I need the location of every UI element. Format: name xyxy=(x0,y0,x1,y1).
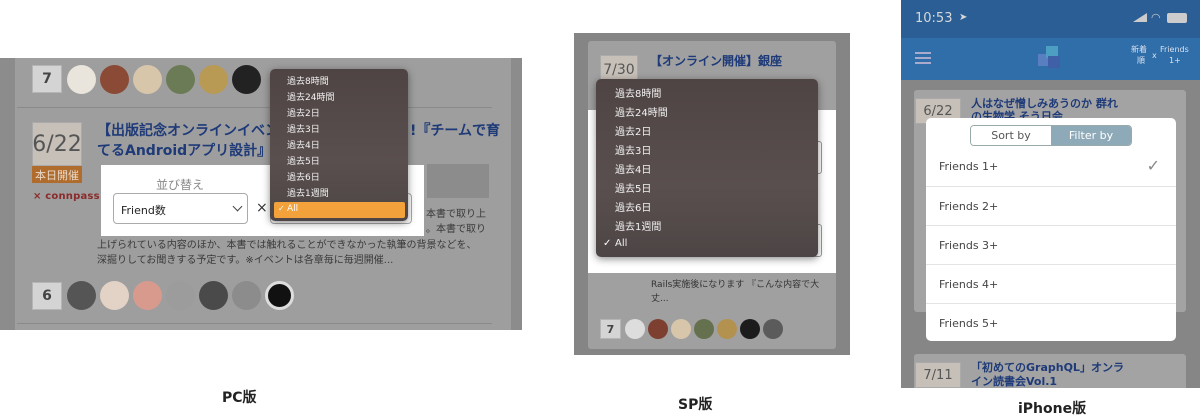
location-icon: ➤ xyxy=(959,12,968,23)
chevron-down-icon xyxy=(232,201,243,212)
check-icon: ✓ xyxy=(278,204,285,213)
signal-icon xyxy=(1133,13,1147,22)
filter-option-friends-1[interactable]: Friends 1+ ✓ xyxy=(926,147,1176,186)
menu-item-label: All xyxy=(287,204,299,214)
clock: 10:53 xyxy=(915,11,953,26)
sort-filter-segmented-control: Sort by Filter by xyxy=(970,125,1132,146)
iphone-caption: iPhone版 xyxy=(1018,401,1087,417)
menu-item[interactable]: 過去5日 xyxy=(287,154,320,167)
wifi-icon: ◠ xyxy=(1151,11,1161,24)
friend-count-badge: 7 xyxy=(600,319,621,339)
avatar[interactable] xyxy=(648,319,668,339)
menu-item[interactable]: 過去1週間 xyxy=(287,186,329,199)
sort-indicator-line1: 新着 xyxy=(1131,45,1147,54)
avatar[interactable] xyxy=(694,319,714,339)
menu-item[interactable]: 過去24時間 xyxy=(615,104,668,119)
avatar[interactable] xyxy=(763,319,783,339)
menu-item[interactable]: 過去3日 xyxy=(287,122,320,135)
event-date: 7/11 xyxy=(915,362,961,388)
filter-option-friends-4[interactable]: Friends 4+ xyxy=(926,264,1176,303)
app-header: 新着 順 x Friends 1+ xyxy=(901,38,1200,80)
status-bar: 10:53 ➤ ◠ xyxy=(901,0,1200,38)
sp-screenshot: 7/30 【オンライン開催】銀座 過去8時間 過去24時間 過去2日 過去3日 … xyxy=(574,33,850,355)
menu-item[interactable]: 過去4日 xyxy=(615,161,651,176)
menu-item[interactable]: 過去6日 xyxy=(287,170,320,183)
menu-item[interactable]: 過去2日 xyxy=(287,106,320,119)
tab-filter-by[interactable]: Filter by xyxy=(1051,126,1131,145)
filter-option-friends-3[interactable]: Friends 3+ xyxy=(926,225,1176,264)
event-title-line2[interactable]: イン読書会Vol.1 xyxy=(971,372,1057,388)
filter-sheet: Sort by Filter by Friends 1+ ✓ Friends 2… xyxy=(926,118,1176,341)
iphone-screenshot: 10:53 ➤ ◠ 新着 順 x Friends 1+ 6/22 人はなぜ憎しみ… xyxy=(901,0,1200,388)
menu-item[interactable]: 過去6日 xyxy=(615,199,651,214)
avatar[interactable] xyxy=(625,319,645,339)
filter-option-friends-2[interactable]: Friends 2+ xyxy=(926,186,1176,225)
filter-option-label: Friends 4+ xyxy=(939,278,999,291)
event-title[interactable]: 【オンライン開催】銀座 xyxy=(650,51,782,71)
filter-option-label: Friends 5+ xyxy=(939,317,999,330)
menu-item[interactable]: 過去3日 xyxy=(615,142,651,157)
pc-caption: PC版 xyxy=(222,390,257,406)
times-separator: × xyxy=(256,200,268,216)
event-description-line1: Rails実施後になります 『こんな内容で大 xyxy=(651,280,820,290)
filter-option-label: Friends 3+ xyxy=(939,239,999,252)
sort-indicator-line2: 順 xyxy=(1137,56,1145,65)
menu-item-selected[interactable]: All xyxy=(615,238,627,249)
time-filter-menu: 過去8時間 過去24時間 過去2日 過去3日 過去4日 過去5日 過去6日 過去… xyxy=(596,79,818,257)
friend-avatars xyxy=(625,319,783,339)
hamburger-icon[interactable] xyxy=(915,52,931,64)
menu-item-selected[interactable]: ✓ All xyxy=(274,202,405,218)
filter-indicator-line2: 1+ xyxy=(1169,56,1181,65)
sort-select[interactable]: Friend数 xyxy=(113,193,248,224)
check-icon: ✓ xyxy=(603,238,612,249)
time-filter-menu: 過去8時間 過去24時間 過去2日 過去3日 過去4日 過去5日 過去6日 過去… xyxy=(270,69,408,221)
menu-item[interactable]: 過去24時間 xyxy=(287,90,334,103)
filter-option-label: Friends 2+ xyxy=(939,200,999,213)
sort-label: 並び替え xyxy=(156,178,205,192)
filter-option-friends-5[interactable]: Friends 5+ xyxy=(926,303,1176,342)
menu-item[interactable]: 過去8時間 xyxy=(615,85,661,100)
pc-modal-layer: 並び替え Friend数 × 過去8時間 過去24時間 過去2日 過去3日 過去… xyxy=(0,58,522,330)
menu-item[interactable]: 過去8時間 xyxy=(287,74,329,87)
menu-item[interactable]: 過去2日 xyxy=(615,123,651,138)
tab-sort-by[interactable]: Sort by xyxy=(971,126,1051,145)
separator: x xyxy=(1152,51,1157,60)
avatar[interactable] xyxy=(671,319,691,339)
avatar[interactable] xyxy=(717,319,737,339)
menu-item[interactable]: 過去4日 xyxy=(287,138,320,151)
avatar[interactable] xyxy=(740,319,760,339)
check-icon: ✓ xyxy=(1146,156,1160,175)
menu-item[interactable]: 過去1週間 xyxy=(615,218,661,233)
menu-item[interactable]: 過去5日 xyxy=(615,180,651,195)
filter-option-label: Friends 1+ xyxy=(939,160,999,173)
event-description-line2: 丈... xyxy=(651,294,669,304)
sp-caption: SP版 xyxy=(678,397,713,413)
sort-select-value: Friend数 xyxy=(121,204,166,217)
battery-icon xyxy=(1167,13,1187,23)
filter-indicator-line1: Friends xyxy=(1160,45,1189,54)
app-logo xyxy=(1038,46,1062,70)
